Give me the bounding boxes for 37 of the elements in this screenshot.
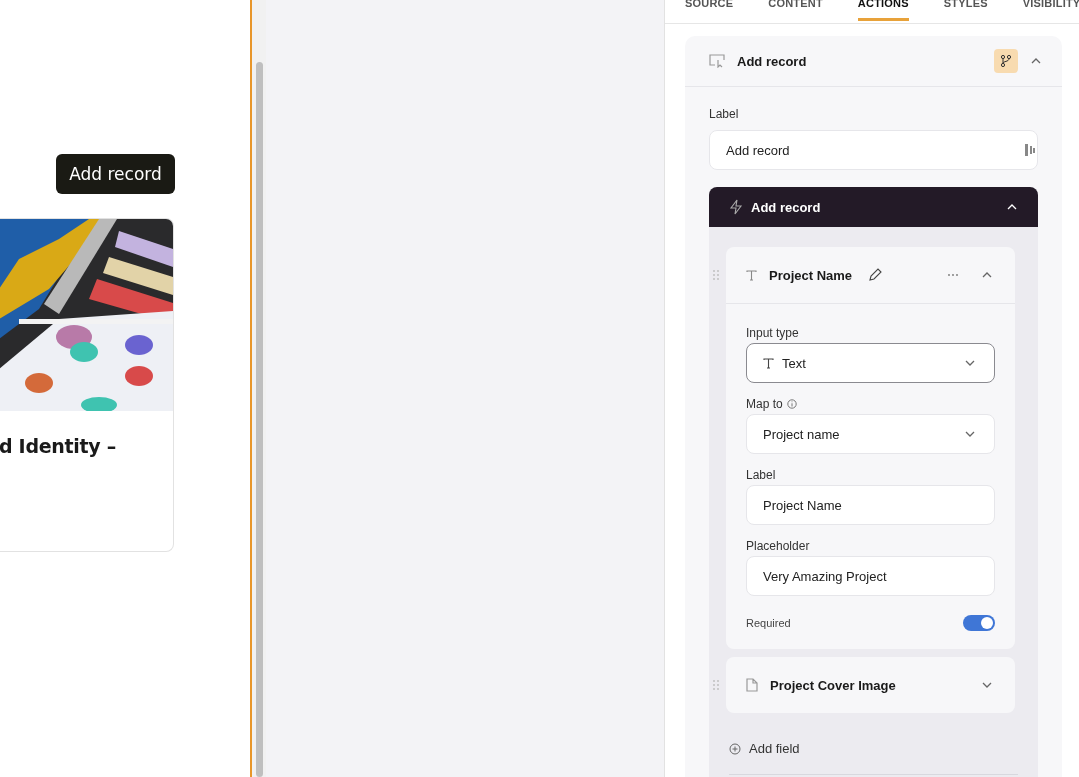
variable-icon[interactable] [1025, 143, 1035, 157]
text-type-icon [746, 269, 757, 281]
add-field-button[interactable]: Add field [729, 741, 800, 756]
tab[interactable]: SOURCE [685, 0, 734, 23]
required-toggle[interactable] [963, 615, 995, 631]
field-title: Project Name [769, 267, 853, 283]
field-label: Map to [746, 397, 783, 411]
tab[interactable]: ACTIONS [857, 0, 909, 21]
step-header[interactable]: Add record [709, 187, 1038, 227]
field-label: Label [709, 107, 740, 121]
drag-handle-icon[interactable] [712, 679, 720, 691]
label-input[interactable]: Add record [709, 130, 1038, 170]
file-icon [746, 678, 758, 692]
scrollbar-thumb[interactable] [255, 62, 263, 777]
tab[interactable]: STYLES [943, 0, 988, 23]
tab[interactable]: CONTENT [768, 0, 823, 23]
text-type-icon [763, 357, 774, 369]
plus-circle-icon [729, 742, 741, 755]
add-record-button[interactable]: Add record [56, 154, 175, 194]
map-to-dropdown[interactable]: Project name [746, 414, 995, 454]
field-title: Project Cover Image [770, 677, 896, 693]
required-label: Required [746, 617, 791, 629]
field-label: Placeholder [746, 539, 811, 553]
drag-handle-icon[interactable] [712, 269, 720, 281]
card-title: d Identity – [0, 435, 117, 457]
info-icon[interactable] [786, 399, 797, 409]
label-input[interactable]: Project Name [746, 485, 995, 525]
field-label: Label [746, 468, 777, 482]
project-card[interactable]: d Identity – [0, 218, 174, 552]
input-type-dropdown[interactable]: Text [746, 343, 995, 383]
branch-icon[interactable] [994, 49, 1018, 73]
field-label: Input type [746, 326, 800, 340]
action-title: Add record [737, 53, 808, 69]
step-title: Add record [751, 199, 822, 215]
cursor-screen-icon [709, 54, 725, 68]
placeholder-input[interactable]: Very Amazing Project [746, 556, 995, 596]
lightning-icon [729, 199, 743, 215]
